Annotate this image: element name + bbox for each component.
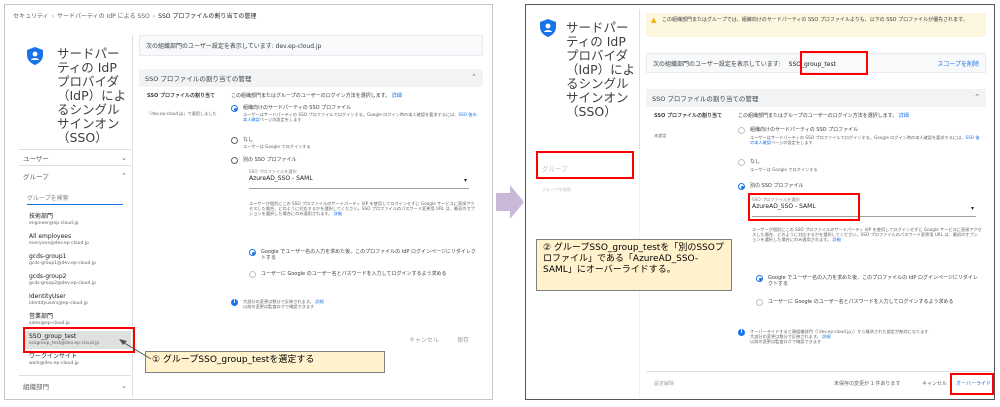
- breadcrumb-current: SSO プロファイルの割り当ての管理: [158, 13, 257, 20]
- section-header[interactable]: SSO プロファイルの割り当ての管理 ⌃: [646, 89, 986, 107]
- highlight-group-nav: [536, 151, 634, 179]
- radio-none[interactable]: [738, 159, 745, 166]
- unset-button[interactable]: 設定解除: [654, 381, 674, 387]
- shield-icon: [540, 19, 556, 37]
- intro-text: この組織部門またはグループのユーザーのログイン方法を選択します。 詳細: [231, 93, 402, 99]
- group-item[interactable]: All employees everyone@dev.ep-cloud.jp: [29, 233, 129, 247]
- option2-title: なし: [243, 137, 254, 143]
- nav-title: サードパーティの IdP プロバイダ（IdP）によるシングルサインオン（SSO）: [566, 20, 636, 119]
- group-item[interactable]: ワークインサイト work@dev.ep-cloud.jp: [29, 353, 129, 367]
- sub1-text: Google でユーザー名の入力を求めた後、このプロファイルの IdP ログイン…: [768, 275, 978, 287]
- nav-title: サードパーティの IdP プロバイダ（IdP）によるシングルサインオン（SSO）: [57, 46, 127, 145]
- radio-org-sso[interactable]: [738, 127, 745, 134]
- option1-title: 組織向けのサードパーティの SSO プロファイル: [750, 127, 859, 133]
- radio-none[interactable]: [231, 137, 238, 144]
- group-item[interactable]: gcds-group2 gcds-group2@dev.ep-cloud.jp: [29, 273, 129, 287]
- option1-desc: ユーザーはサードパーティの SSO プロファイルでログインする。Google ロ…: [243, 112, 477, 122]
- nav-users[interactable]: ユーザー ⌄: [23, 153, 127, 163]
- breadcrumb: セキュリティ › サードパーティの IdP による SSO › SSO プロファイルの割…: [13, 13, 257, 20]
- highlight-override: [950, 373, 994, 395]
- transition-arrow-icon: [496, 185, 524, 219]
- nav-card: サードパーティの IdP プロバイダ（IdP）によるシングルサインオン（SSO）…: [530, 9, 640, 397]
- group-item[interactable]: IdentityUser identityusers@ep-cloud.jp: [29, 293, 129, 307]
- intro-text: この組織部門またはグループのユーザーのログイン方法を選択します。 詳細: [738, 113, 909, 119]
- sub1-text: Google でユーザー名の入力を求めた後、このプロファイルの IdP ログイン…: [261, 249, 476, 261]
- org-unit-row: 次の組織部門のユーザー設定を表示しています: dev.ep-cloud.jp: [139, 35, 483, 56]
- nav-org[interactable]: 組織部門 ⌄: [23, 381, 127, 391]
- note-text: ユーザーが個別にこの SSO プロファイルのサードパーティ IdP を使用してロ…: [249, 201, 475, 216]
- info-icon: i: [738, 329, 745, 336]
- chevron-up-icon: ⌃: [471, 73, 477, 81]
- right-screenshot: サードパーティの IdP プロバイダ（IdP）によるシングルサインオン（SSO）…: [525, 4, 995, 400]
- warning-banner: ▲ この組織部門またはグループでは、組織向けのサードパーティの SSO プロファ…: [646, 13, 986, 37]
- option2-title: なし: [750, 159, 761, 165]
- option1-title: 組織向けのサードパーティの SSO プロファイル: [243, 105, 352, 111]
- save-button[interactable]: 保存: [457, 335, 469, 344]
- shield-icon: [27, 47, 43, 65]
- group-item[interactable]: 技術部門 engineer@ep-cloud.jp: [29, 213, 129, 227]
- radio-other-sso[interactable]: [738, 183, 745, 190]
- radio-redirect-idp[interactable]: [249, 249, 256, 256]
- callout-step1: ① グループSSO_group_testを選定する: [145, 351, 385, 373]
- radio-org-sso[interactable]: [231, 105, 238, 112]
- option3-title: 別の SSO プロファイル: [243, 157, 297, 163]
- info-icon: i: [231, 299, 238, 306]
- assign-label: SSO プロファイルの割り当て: [654, 113, 722, 119]
- chevron-down-icon: ⌄: [121, 382, 127, 390]
- left-screenshot: セキュリティ › サードパーティの IdP による SSO › SSO プロファイルの割…: [4, 4, 493, 400]
- option2-desc: ユーザーは Google でログインする: [243, 144, 311, 149]
- info-text: 大部分の変更は数分で反映されます。 詳細 以前の変更は監査ログで確認できます: [243, 299, 324, 309]
- assign-label: SSO プロファイルの割り当て: [147, 93, 215, 99]
- group-search-input[interactable]: グループを検索: [27, 193, 123, 205]
- assign-sub: 未設定: [654, 133, 667, 138]
- breadcrumb-sso[interactable]: サードパーティの IdP による SSO: [57, 13, 150, 20]
- highlight-org-value: [800, 51, 868, 75]
- remove-scope-link[interactable]: スコープを削除: [937, 59, 979, 68]
- footer-bar: 設定解除 未保存の変更が 1 件あります キャンセル オーバーライド: [646, 371, 992, 395]
- callout-arrow: [119, 339, 152, 360]
- group-item[interactable]: 営業部門 sales@ep-cloud.jp: [29, 313, 129, 327]
- unsaved-text: 未保存の変更が 1 件あります: [834, 381, 901, 387]
- group-search[interactable]: グループを検索: [542, 187, 571, 192]
- breadcrumb-security[interactable]: セキュリティ: [13, 13, 49, 20]
- callout-step2: ② グループSSO_group_testを「別のSSOプロファイル」である「Az…: [536, 239, 732, 291]
- dropdown-arrow-icon: ▾: [970, 205, 974, 212]
- sso-profile-select[interactable]: SSO プロファイルを選択 AzureAD_SSO - SAML ▾: [249, 169, 469, 189]
- info-text: オーバーライドすると親組織部門（「dev.ep-cloud.jp」）から継承され…: [750, 329, 929, 344]
- dropdown-arrow-icon: ▾: [463, 177, 467, 184]
- section-header[interactable]: SSO プロファイルの割り当ての管理 ⌃: [139, 69, 483, 87]
- chevron-up-icon: ⌃: [121, 172, 127, 180]
- chevron-down-icon: ⌄: [121, 154, 127, 162]
- radio-redirect-idp[interactable]: [756, 275, 763, 282]
- cancel-button[interactable]: キャンセル: [922, 381, 947, 387]
- radio-google-login[interactable]: [249, 271, 256, 278]
- note-text: ユーザーが個別にこの SSO プロファイルのサードパーティ IdP を使用してロ…: [752, 227, 982, 242]
- highlight-select: [748, 193, 860, 221]
- sub2-text: ユーザーに Google のユーザー名とパスワードを入力してログインするよう求め…: [768, 299, 954, 305]
- radio-other-sso[interactable]: [231, 157, 238, 164]
- assign-sub: 「dev.ep-cloud.jp」で適用しました: [147, 111, 217, 116]
- chevron-up-icon: ⌃: [974, 93, 980, 101]
- cancel-button[interactable]: キャンセル: [409, 335, 439, 344]
- option1-desc: ユーザーはサードパーティの SSO プロファイルでログインする。Google ロ…: [750, 135, 980, 145]
- nav-groups[interactable]: グループ ⌃: [23, 171, 127, 181]
- warning-icon: ▲: [651, 16, 657, 24]
- option2-desc: ユーザーは Google でログインする: [750, 167, 818, 172]
- content-card: 次の組織部門のユーザー設定を表示しています: dev.ep-cloud.jp S…: [139, 35, 487, 397]
- group-item[interactable]: gcds-group1 gcds-group1@dev.ep-cloud.jp: [29, 253, 129, 267]
- sub2-text: ユーザーに Google のユーザー名とパスワードを入力してログインするよう求め…: [261, 271, 447, 277]
- option3-title: 別の SSO プロファイル: [750, 183, 804, 189]
- radio-google-login[interactable]: [756, 299, 763, 306]
